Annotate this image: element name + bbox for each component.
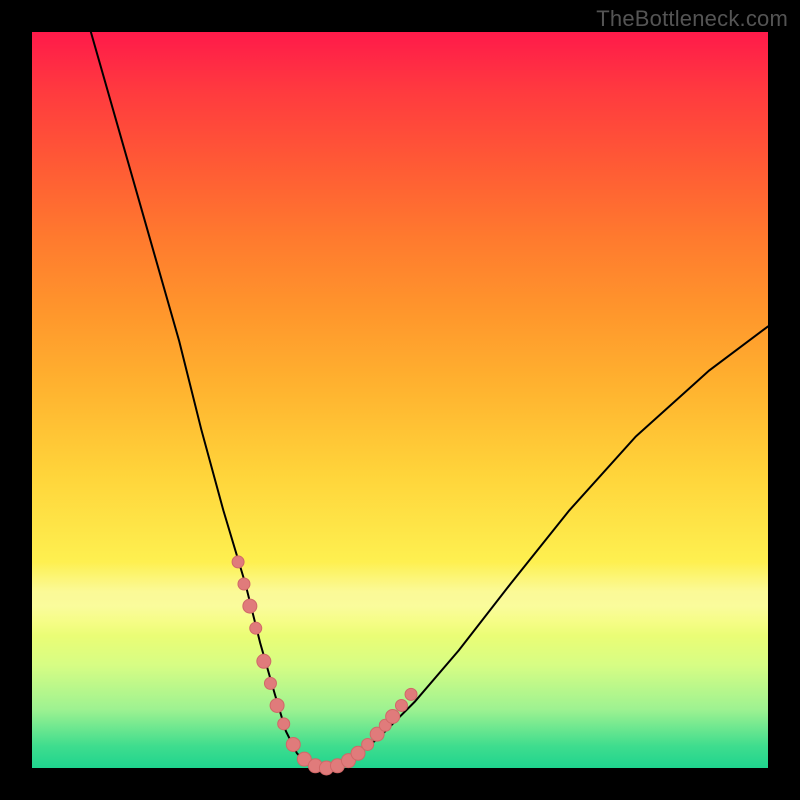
marker-dot (405, 688, 417, 700)
chart-svg (32, 32, 768, 768)
marker-dot (362, 738, 374, 750)
v-curve-path (91, 32, 768, 768)
watermark-text: TheBottleneck.com (596, 6, 788, 32)
marker-dot (264, 677, 276, 689)
chart-stage: TheBottleneck.com (0, 0, 800, 800)
markers-group (232, 556, 417, 775)
marker-dot (238, 578, 250, 590)
marker-dot (395, 699, 407, 711)
marker-dot (278, 718, 290, 730)
marker-dot (243, 599, 257, 613)
marker-dot (250, 622, 262, 634)
marker-dot (286, 737, 300, 751)
marker-dot (257, 654, 271, 668)
marker-dot (232, 556, 244, 568)
marker-dot (386, 709, 400, 723)
marker-dot (270, 698, 284, 712)
plot-frame (32, 32, 768, 768)
